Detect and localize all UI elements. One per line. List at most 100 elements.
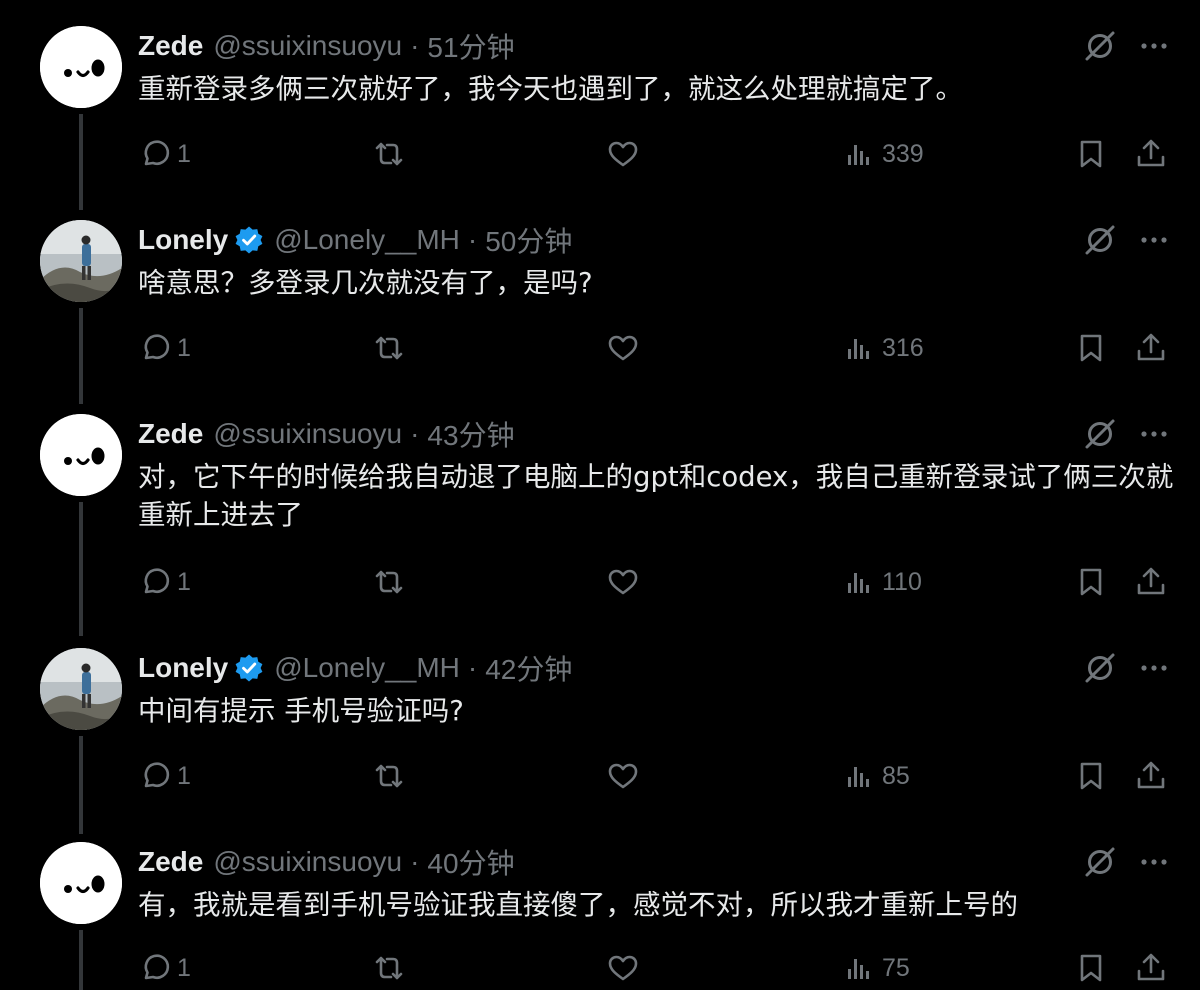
grok-icon[interactable] (1082, 650, 1118, 686)
avatar[interactable] (40, 648, 122, 730)
like-button[interactable] (606, 756, 640, 796)
tweet-text: 对，它下午的时候给我自动退了电脑上的gpt和codex，我自己重新登录试了俩三次… (138, 461, 1174, 531)
views-button[interactable]: 110 (842, 562, 922, 602)
display-name[interactable]: Lonely (138, 224, 228, 256)
views-button[interactable]: 75 (842, 948, 910, 988)
share-icon (1137, 567, 1165, 595)
views-icon (848, 573, 869, 593)
tweet[interactable]: Zede @ssuixinsuoyu · 43分钟 对，它下午的时候给我自动退了… (0, 414, 1200, 634)
grok-icon[interactable] (1082, 844, 1118, 880)
reply-icon (144, 568, 170, 594)
avatar[interactable] (40, 26, 122, 108)
share-icon (1137, 761, 1165, 789)
bookmark-button[interactable] (1074, 948, 1108, 988)
more-icon[interactable] (1136, 416, 1172, 452)
verified-badge-icon (234, 653, 264, 683)
separator-dot: · (410, 846, 420, 877)
user-handle[interactable]: @Lonely__MH (274, 652, 460, 684)
grok-icon[interactable] (1082, 416, 1118, 452)
views-button[interactable]: 316 (842, 328, 924, 368)
share-icon (1137, 333, 1165, 361)
avatar[interactable] (40, 414, 122, 496)
bookmark-icon (1080, 762, 1102, 790)
views-button[interactable]: 339 (842, 134, 924, 174)
display-name[interactable]: Zede (138, 846, 203, 878)
retweet-button[interactable] (372, 134, 406, 174)
action-bar: 1 110 (0, 562, 1200, 602)
reply-button[interactable]: 1 (137, 562, 191, 602)
timestamp[interactable]: 42分钟 (485, 648, 572, 688)
reply-button[interactable]: 1 (137, 134, 191, 174)
avatar[interactable] (40, 842, 122, 924)
share-button[interactable] (1134, 134, 1168, 174)
retweet-button[interactable] (372, 756, 406, 796)
avatar-face-icon (40, 414, 122, 496)
action-bar: 1 339 (0, 134, 1200, 174)
like-button[interactable] (606, 134, 640, 174)
reply-button[interactable]: 1 (137, 328, 191, 368)
more-icon[interactable] (1136, 844, 1172, 880)
separator-dot: · (467, 652, 478, 683)
bookmark-button[interactable] (1074, 328, 1108, 368)
share-button[interactable] (1134, 948, 1168, 988)
action-bar: 1 316 (0, 328, 1200, 368)
reply-icon (144, 762, 170, 788)
bookmark-button[interactable] (1074, 756, 1108, 796)
views-button[interactable]: 85 (842, 756, 910, 796)
tweet-header: Lonely @Lonely__MH · 42分钟 (138, 650, 572, 686)
bookmark-icon (1080, 334, 1102, 362)
user-handle[interactable]: @ssuixinsuoyu (213, 418, 402, 450)
timestamp[interactable]: 43分钟 (427, 414, 514, 454)
user-handle[interactable]: @ssuixinsuoyu (213, 30, 402, 62)
reply-thread: Zede @ssuixinsuoyu · 51分钟 重新登录多俩三次就好了，我今… (0, 0, 1200, 990)
like-button[interactable] (606, 328, 640, 368)
retweet-button[interactable] (372, 948, 406, 988)
separator-dot: · (467, 224, 478, 255)
timestamp[interactable]: 50分钟 (485, 220, 572, 260)
tweet-header: Zede @ssuixinsuoyu · 51分钟 (138, 28, 515, 64)
retweet-icon (375, 764, 403, 788)
retweet-button[interactable] (372, 328, 406, 368)
like-button[interactable] (606, 948, 640, 988)
display-name[interactable]: Lonely (138, 652, 228, 684)
tweet[interactable]: Lonely @Lonely__MH · 50分钟 啥意思？多登录几次就没有了，… (0, 220, 1200, 400)
timestamp[interactable]: 40分钟 (427, 842, 514, 882)
action-bar: 1 75 (0, 948, 1200, 988)
user-handle[interactable]: @Lonely__MH (274, 224, 460, 256)
timestamp[interactable]: 51分钟 (427, 26, 514, 66)
avatar[interactable] (40, 220, 122, 302)
tweet[interactable]: Zede @ssuixinsuoyu · 40分钟 有，我就是看到手机号验证我直… (0, 842, 1200, 990)
grok-icon[interactable] (1082, 28, 1118, 64)
separator-dot: · (410, 418, 420, 449)
more-icon[interactable] (1136, 650, 1172, 686)
heart-icon (608, 763, 638, 789)
display-name[interactable]: Zede (138, 30, 203, 62)
tweet[interactable]: Lonely @Lonely__MH · 42分钟 中间有提示 手机号验证吗? … (0, 648, 1200, 828)
avatar-face-icon (40, 26, 122, 108)
view-count: 85 (882, 761, 910, 790)
share-button[interactable] (1134, 756, 1168, 796)
reply-button[interactable]: 1 (137, 756, 191, 796)
reply-count: 1 (177, 953, 191, 982)
like-button[interactable] (606, 562, 640, 602)
more-icon[interactable] (1136, 28, 1172, 64)
more-icon[interactable] (1136, 222, 1172, 258)
share-button[interactable] (1134, 328, 1168, 368)
bookmark-button[interactable] (1074, 134, 1108, 174)
share-button[interactable] (1134, 562, 1168, 602)
reply-button[interactable]: 1 (137, 948, 191, 988)
share-icon (1137, 953, 1165, 981)
user-handle[interactable]: @ssuixinsuoyu (213, 846, 402, 878)
retweet-button[interactable] (372, 562, 406, 602)
avatar-photo-icon (40, 648, 122, 730)
tweet-text: 重新登录多俩三次就好了，我今天也遇到了，就这么处理就搞定了。 (138, 73, 963, 105)
tweet-text: 啥意思？多登录几次就没有了，是吗? (138, 267, 593, 299)
bookmark-icon (1080, 568, 1102, 596)
reply-count: 1 (177, 139, 191, 168)
grok-icon[interactable] (1082, 222, 1118, 258)
heart-icon (608, 569, 638, 595)
display-name[interactable]: Zede (138, 418, 203, 450)
bookmark-button[interactable] (1074, 562, 1108, 602)
tweet[interactable]: Zede @ssuixinsuoyu · 51分钟 重新登录多俩三次就好了，我今… (0, 26, 1200, 206)
view-count: 110 (882, 567, 922, 596)
